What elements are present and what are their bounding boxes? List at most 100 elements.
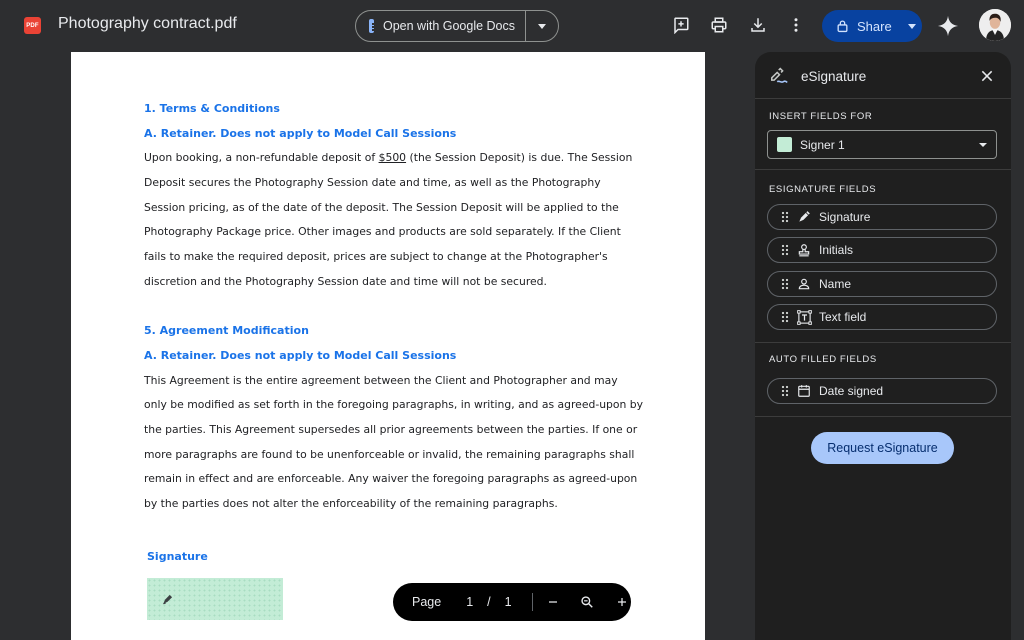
auto-filled-fields-label: AUTO FILLED FIELDS bbox=[769, 354, 877, 365]
google-docs-icon bbox=[369, 19, 378, 33]
total-pages: 1 bbox=[504, 595, 512, 609]
initials-stamp-icon bbox=[796, 242, 812, 258]
insert-fields-label: INSERT FIELDS FOR bbox=[769, 111, 873, 122]
chip-label: Signature bbox=[819, 210, 871, 224]
open-with-label: Open with Google Docs bbox=[382, 19, 515, 33]
paragraph-line: the parties. This Agreement supersedes a… bbox=[144, 422, 638, 436]
print-button[interactable] bbox=[708, 14, 730, 36]
section-heading: 1. Terms & Conditions bbox=[144, 102, 280, 115]
chevron-down-icon bbox=[908, 23, 916, 29]
panel-title: eSignature bbox=[801, 69, 867, 84]
esignature-fields-label: ESIGNATURE FIELDS bbox=[769, 184, 877, 195]
drag-handle-icon[interactable] bbox=[781, 244, 789, 256]
chip-label: Text field bbox=[819, 310, 867, 324]
divider bbox=[755, 342, 1011, 343]
lock-icon bbox=[837, 20, 848, 33]
pdf-file-icon: PDF bbox=[24, 17, 41, 34]
initials-field-chip[interactable]: Initials bbox=[767, 237, 997, 263]
download-button[interactable] bbox=[747, 14, 769, 36]
download-icon bbox=[751, 18, 765, 32]
share-button-group: Share bbox=[822, 10, 922, 42]
document-body: 1. Terms & Conditions A. Retainer. Does … bbox=[144, 97, 644, 517]
pdf-page: 1. Terms & Conditions A. Retainer. Does … bbox=[71, 52, 705, 640]
signer-color-swatch bbox=[777, 137, 792, 152]
signature-field[interactable] bbox=[147, 578, 283, 620]
drag-handle-icon[interactable] bbox=[781, 278, 789, 290]
divider bbox=[755, 416, 1011, 417]
open-with-button-group: Open with Google Docs bbox=[355, 10, 559, 42]
avatar-image bbox=[979, 9, 1011, 41]
paragraph-line: Session pricing, as of the date of the d… bbox=[144, 200, 619, 214]
esignature-panel: eSignature INSERT FIELDS FOR Signer 1 ES… bbox=[755, 52, 1011, 640]
signature-heading: Signature bbox=[147, 550, 208, 563]
section1-paragraph: Upon booking, a non-refundable deposit o… bbox=[144, 146, 644, 294]
more-options-button[interactable] bbox=[785, 14, 807, 36]
section5-paragraph: This Agreement is the entire agreement b… bbox=[144, 369, 644, 517]
request-esignature-button[interactable]: Request eSignature bbox=[811, 432, 954, 464]
esignature-icon bbox=[771, 67, 788, 84]
text-field-icon bbox=[796, 309, 812, 325]
paragraph-line: fails to make the required deposit, pric… bbox=[144, 250, 608, 264]
date-signed-field-chip[interactable]: Date signed bbox=[767, 378, 997, 404]
dropdown-arrow-icon bbox=[979, 142, 987, 147]
fit-zoom-button[interactable] bbox=[578, 591, 596, 613]
drag-handle-icon[interactable] bbox=[781, 385, 789, 397]
divider bbox=[531, 593, 533, 611]
zoom-in-button[interactable] bbox=[613, 591, 631, 613]
plus-icon bbox=[617, 598, 626, 606]
page-controls: Page 1 / 1 bbox=[393, 583, 631, 621]
section-subheading: A. Retainer. Does not apply to Model Cal… bbox=[144, 126, 457, 140]
name-field-chip[interactable]: Name bbox=[767, 271, 997, 297]
top-toolbar: PDF Photography contract.pdf Open with G… bbox=[0, 0, 1024, 52]
signature-pen-icon bbox=[796, 209, 812, 225]
signature-field-chip[interactable]: Signature bbox=[767, 204, 997, 230]
document-title: Photography contract.pdf bbox=[58, 15, 237, 32]
paragraph-line: more paragraphs are found to be unenforc… bbox=[144, 447, 635, 461]
close-panel-button[interactable] bbox=[977, 66, 997, 86]
paragraph-line: by the parties does not alter the enforc… bbox=[144, 497, 558, 510]
minus-icon bbox=[548, 601, 557, 603]
print-icon bbox=[711, 17, 727, 33]
paragraph-line: Deposit secures the Photography Session … bbox=[144, 176, 601, 190]
current-page-input[interactable]: 1 bbox=[466, 595, 473, 609]
section-heading: 5. Agreement Modification bbox=[144, 324, 309, 338]
paragraph-line: Upon booking, a non-refundable deposit o… bbox=[144, 151, 633, 165]
paragraph-line: This Agreement is the entire agreement b… bbox=[144, 373, 618, 387]
person-icon bbox=[796, 276, 812, 292]
page-separator: / bbox=[487, 595, 491, 609]
gemini-sparkle-icon bbox=[937, 15, 959, 37]
paragraph-line: discretion and the Photography Session d… bbox=[144, 274, 547, 288]
signature-pen-icon bbox=[163, 594, 173, 605]
share-label: Share bbox=[857, 18, 892, 34]
deposit-amount: $500 bbox=[378, 151, 407, 165]
section-subheading: A. Retainer. Does not apply to Model Cal… bbox=[144, 348, 457, 362]
chip-label: Name bbox=[819, 277, 852, 291]
share-button[interactable]: Share bbox=[822, 10, 902, 42]
paragraph-line: Photography Package price. Other images … bbox=[144, 225, 621, 239]
zoom-out-button[interactable] bbox=[543, 591, 561, 613]
page-label: Page bbox=[412, 595, 442, 609]
signer-select[interactable]: Signer 1 bbox=[767, 130, 997, 159]
chevron-down-icon bbox=[538, 23, 546, 29]
add-comment-button[interactable] bbox=[670, 14, 692, 36]
signer-label: Signer 1 bbox=[800, 137, 845, 152]
divider bbox=[755, 98, 1011, 99]
paragraph-line: only be modified as set forth in the for… bbox=[144, 398, 644, 412]
open-with-dropdown-button[interactable] bbox=[526, 11, 558, 41]
calendar-icon bbox=[796, 383, 812, 399]
account-avatar[interactable] bbox=[979, 9, 1011, 41]
divider bbox=[755, 169, 1011, 170]
close-icon bbox=[981, 70, 993, 82]
share-dropdown-button[interactable] bbox=[902, 10, 922, 42]
add-comment-icon bbox=[674, 17, 689, 34]
chip-label: Initials bbox=[819, 243, 854, 257]
drag-handle-icon[interactable] bbox=[781, 311, 789, 323]
gemini-button[interactable] bbox=[936, 14, 960, 38]
open-with-google-docs-button[interactable]: Open with Google Docs bbox=[356, 11, 526, 41]
zoom-icon bbox=[581, 596, 593, 608]
text-field-chip[interactable]: Text field bbox=[767, 304, 997, 330]
drag-handle-icon[interactable] bbox=[781, 211, 789, 223]
paragraph-line: remain in effect and are enforceable. An… bbox=[144, 472, 638, 486]
chip-label: Date signed bbox=[819, 384, 884, 398]
more-vert-icon bbox=[794, 18, 798, 32]
